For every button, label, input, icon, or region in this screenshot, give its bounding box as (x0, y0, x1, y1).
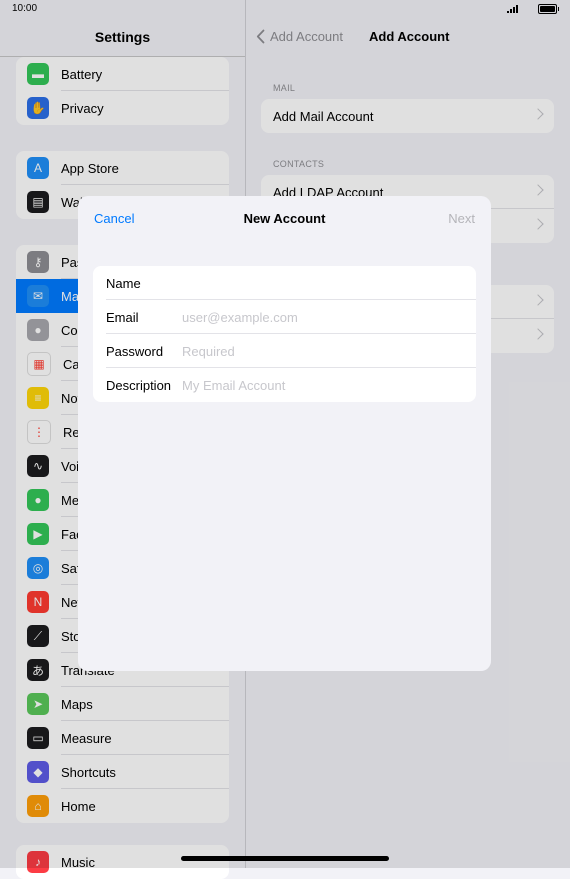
email-row: Email (93, 300, 476, 334)
status-time: 10:00 (12, 3, 38, 14)
next-button[interactable]: Next (448, 211, 475, 226)
signal-icon (507, 5, 518, 13)
name-label: Name (106, 275, 141, 291)
email-label: Email (106, 309, 139, 325)
status-bar: 10:00 (0, 0, 570, 18)
account-form: Name Email Password Description (93, 266, 476, 402)
description-field[interactable] (182, 377, 462, 393)
new-account-sheet: New Account Cancel Next Name Email Passw… (78, 196, 491, 671)
cancel-button[interactable]: Cancel (94, 211, 134, 226)
password-field[interactable] (182, 343, 462, 359)
password-label: Password (106, 343, 164, 359)
sheet-title: New Account (243, 211, 326, 226)
battery-status-icon (538, 4, 559, 14)
name-field[interactable] (182, 275, 462, 291)
home-indicator[interactable] (181, 856, 389, 861)
name-row: Name (93, 266, 476, 300)
description-row: Description (93, 368, 476, 402)
email-field[interactable] (182, 309, 462, 325)
password-row: Password (93, 334, 476, 368)
description-label: Description (106, 377, 172, 393)
